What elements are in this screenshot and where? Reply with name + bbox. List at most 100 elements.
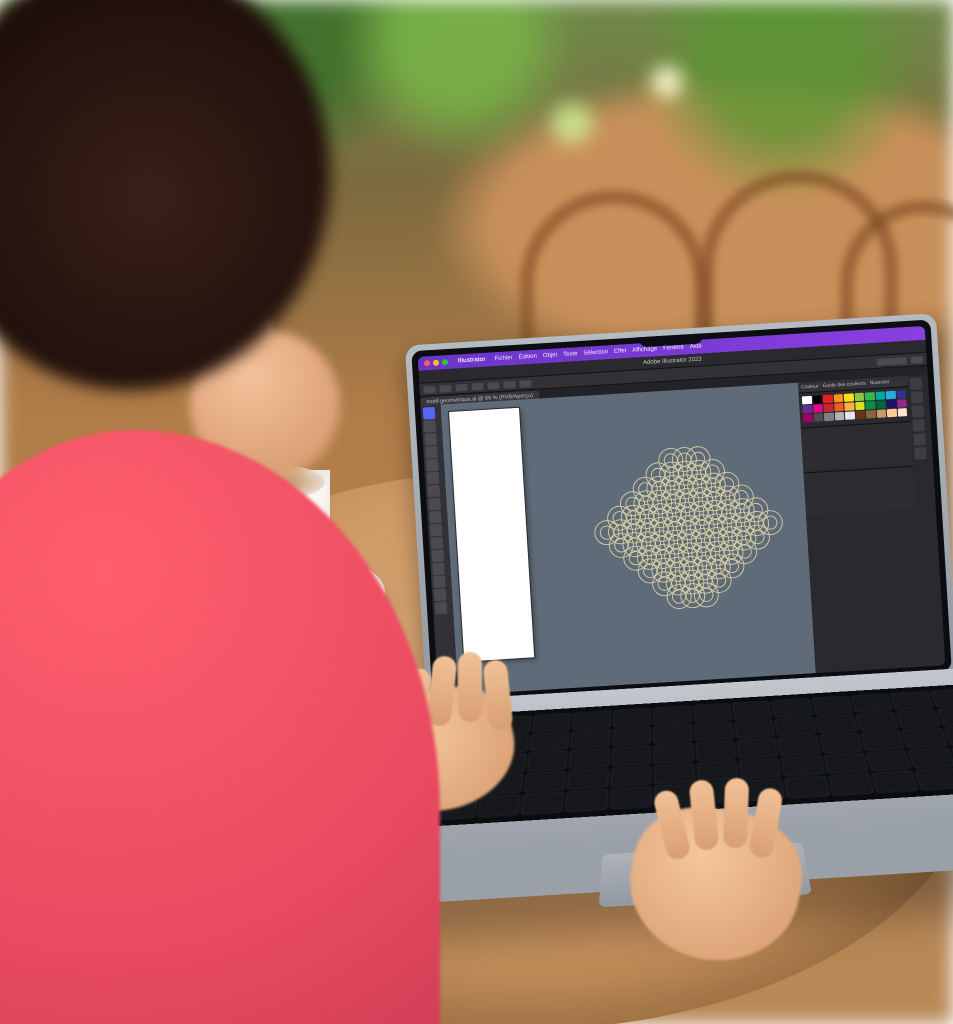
panel-icon[interactable] bbox=[911, 391, 924, 404]
direct-select-tool-icon[interactable] bbox=[424, 420, 437, 433]
key[interactable] bbox=[654, 763, 694, 784]
key[interactable] bbox=[735, 719, 775, 738]
panel-icon[interactable] bbox=[913, 433, 926, 446]
panel-section[interactable] bbox=[801, 421, 913, 471]
swatch[interactable] bbox=[896, 390, 906, 399]
key[interactable] bbox=[613, 708, 650, 727]
swatch[interactable] bbox=[823, 395, 833, 404]
key[interactable] bbox=[820, 733, 863, 753]
key[interactable] bbox=[739, 758, 781, 779]
swatch[interactable] bbox=[844, 393, 854, 402]
key[interactable] bbox=[772, 699, 812, 717]
swatch[interactable] bbox=[866, 410, 876, 419]
eyedropper-tool-icon[interactable] bbox=[433, 576, 446, 589]
panel-tab[interactable]: Couleur bbox=[801, 383, 819, 390]
artboard-tool-icon[interactable] bbox=[434, 589, 447, 602]
key[interactable] bbox=[568, 768, 609, 789]
key[interactable] bbox=[694, 722, 733, 741]
swatch[interactable] bbox=[865, 401, 875, 410]
key[interactable] bbox=[571, 729, 610, 748]
key[interactable] bbox=[937, 707, 953, 726]
swatch[interactable] bbox=[824, 413, 834, 422]
swatch[interactable] bbox=[854, 393, 864, 402]
swatch[interactable] bbox=[833, 394, 843, 403]
menu-effet[interactable]: Effet bbox=[614, 348, 627, 355]
pencil-tool-icon[interactable] bbox=[429, 511, 442, 524]
panel-icon[interactable] bbox=[910, 377, 923, 390]
key[interactable] bbox=[856, 712, 899, 731]
key[interactable] bbox=[693, 703, 731, 721]
key[interactable] bbox=[611, 766, 651, 787]
key[interactable] bbox=[785, 776, 829, 798]
key[interactable] bbox=[569, 748, 609, 768]
control-widget[interactable] bbox=[471, 382, 483, 390]
pen-tool-icon[interactable] bbox=[424, 433, 437, 446]
rotate-tool-icon[interactable] bbox=[431, 537, 444, 550]
brush-tool-icon[interactable] bbox=[428, 498, 441, 511]
minimize-window-icon[interactable] bbox=[433, 360, 439, 366]
key[interactable] bbox=[653, 706, 690, 725]
swatch[interactable] bbox=[834, 403, 844, 412]
swatch[interactable] bbox=[887, 409, 897, 418]
line-tool-icon[interactable] bbox=[426, 459, 439, 472]
swatch[interactable] bbox=[897, 399, 907, 408]
swatch[interactable] bbox=[886, 391, 896, 400]
key[interactable] bbox=[828, 774, 873, 796]
swatch[interactable] bbox=[876, 400, 886, 409]
key[interactable] bbox=[610, 787, 651, 809]
rect-tool-icon[interactable] bbox=[427, 472, 440, 485]
menu-édition[interactable]: Édition bbox=[518, 354, 537, 361]
swatch[interactable] bbox=[876, 409, 886, 418]
control-widget[interactable] bbox=[455, 383, 467, 391]
swatch[interactable] bbox=[813, 413, 823, 422]
menu-fichier[interactable]: Fichier bbox=[494, 355, 512, 362]
key[interactable] bbox=[861, 730, 905, 750]
key[interactable] bbox=[824, 753, 868, 774]
swatch[interactable] bbox=[813, 404, 823, 413]
gradient-tool-icon[interactable] bbox=[432, 563, 445, 576]
swatch[interactable] bbox=[823, 404, 833, 413]
key[interactable] bbox=[527, 751, 568, 771]
panel-tab[interactable]: Guide des couleurs bbox=[823, 381, 866, 390]
key[interactable] bbox=[477, 795, 521, 817]
key[interactable] bbox=[815, 714, 857, 733]
swatch[interactable] bbox=[834, 412, 844, 421]
key[interactable] bbox=[775, 717, 816, 736]
key[interactable] bbox=[851, 694, 893, 712]
key[interactable] bbox=[891, 691, 933, 709]
scale-tool-icon[interactable] bbox=[431, 550, 444, 563]
canvas[interactable] bbox=[441, 383, 816, 695]
key[interactable] bbox=[533, 713, 572, 732]
key[interactable] bbox=[654, 724, 692, 743]
key[interactable] bbox=[909, 748, 953, 769]
key[interactable] bbox=[521, 792, 564, 814]
swatch[interactable] bbox=[845, 411, 855, 420]
eraser-tool-icon[interactable] bbox=[430, 524, 443, 537]
control-widget[interactable] bbox=[423, 385, 435, 393]
zoom-window-icon[interactable] bbox=[442, 359, 448, 365]
key[interactable] bbox=[781, 755, 824, 776]
menu-texte[interactable]: Texte bbox=[563, 351, 578, 358]
swatch[interactable] bbox=[855, 402, 865, 411]
key[interactable] bbox=[613, 727, 651, 746]
key[interactable] bbox=[612, 746, 651, 766]
panel-icon[interactable] bbox=[914, 447, 927, 460]
panel-icon[interactable] bbox=[912, 419, 925, 432]
key[interactable] bbox=[654, 743, 693, 763]
key[interactable] bbox=[866, 750, 911, 771]
key[interactable] bbox=[812, 696, 853, 714]
key[interactable] bbox=[896, 709, 940, 728]
menu-aide[interactable]: Aide bbox=[690, 343, 702, 350]
control-widget[interactable] bbox=[503, 380, 515, 388]
share-button[interactable] bbox=[877, 357, 907, 366]
control-widget[interactable] bbox=[519, 379, 531, 387]
swatches-panel[interactable] bbox=[799, 387, 911, 426]
search-icon[interactable] bbox=[911, 356, 923, 364]
swatch[interactable] bbox=[855, 411, 865, 420]
selection-tool-icon[interactable] bbox=[423, 407, 436, 420]
geometric-pattern-artwork[interactable] bbox=[551, 400, 825, 655]
panel-section[interactable] bbox=[803, 466, 915, 516]
type-tool-icon[interactable] bbox=[425, 446, 438, 459]
close-window-icon[interactable] bbox=[424, 360, 430, 366]
key[interactable] bbox=[524, 771, 566, 792]
